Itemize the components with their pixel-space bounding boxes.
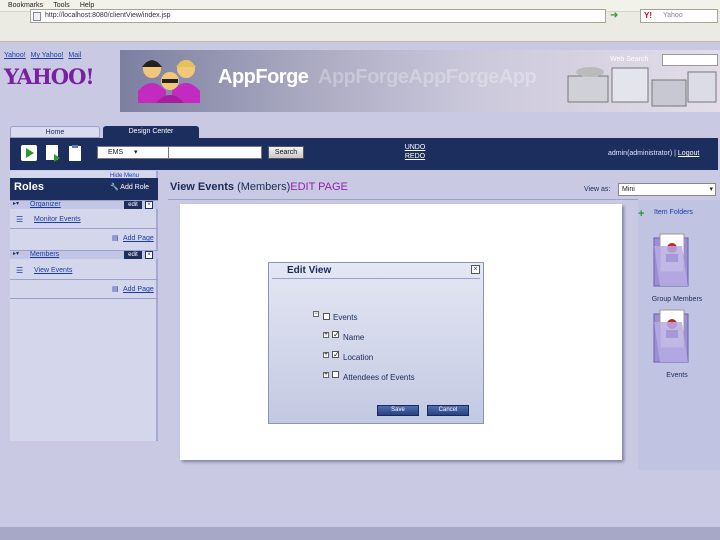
page-icon: ☰ xyxy=(16,215,24,224)
tree-label-attendees: Attendees of Events xyxy=(343,373,415,382)
edit-page-link[interactable]: EDIT PAGE xyxy=(290,181,348,193)
clipboard-icon[interactable] xyxy=(66,144,84,162)
app-brand: AppForge xyxy=(218,66,309,88)
link-my-yahoo[interactable]: My Yahoo! xyxy=(31,52,64,59)
folder-label-events: Events xyxy=(666,372,688,379)
app-select-value: EMS xyxy=(108,149,124,156)
roles-sidebar xyxy=(10,171,158,441)
add-page-icon: ▤ xyxy=(112,235,119,242)
add-page-link[interactable]: Add Page xyxy=(123,286,154,293)
role-label-members[interactable]: Members xyxy=(30,251,59,258)
expand-toggle-icon[interactable]: + xyxy=(323,372,329,378)
view-as-value: Mini xyxy=(622,186,635,193)
collapse-toggle-icon[interactable]: − xyxy=(313,311,319,317)
divider xyxy=(272,278,480,279)
close-icon[interactable]: × xyxy=(471,265,480,274)
page-title: View Events (Members)EDIT PAGE xyxy=(170,181,348,193)
yahoo-engine-icon: Y! xyxy=(644,11,652,20)
browser-search-field[interactable]: Y! Yahoo xyxy=(640,9,718,23)
footer-band xyxy=(0,527,720,540)
expand-icon[interactable]: ▸▾ xyxy=(13,200,19,207)
yahoo-logo[interactable]: YAHOO! xyxy=(4,64,95,89)
chevron-down-icon: ▾ xyxy=(134,149,138,156)
people-icon xyxy=(138,60,200,103)
checkbox-events[interactable] xyxy=(323,313,330,320)
divider xyxy=(10,228,158,229)
delete-role-icon[interactable]: × xyxy=(145,201,153,209)
tree-label-location: Location xyxy=(343,353,374,362)
add-role-label: Add Role xyxy=(120,184,150,191)
user-info: admin(administrator) | Logout xyxy=(608,150,699,157)
expand-toggle-icon[interactable]: + xyxy=(323,352,329,358)
app-brand-watermark: AppForgeAppForgeApp xyxy=(318,66,537,88)
go-arrow-icon[interactable]: ➜ xyxy=(610,9,622,23)
web-search-input[interactable] xyxy=(662,54,718,66)
link-yahoo[interactable]: Yahoo! xyxy=(4,52,26,59)
add-folder-icon[interactable]: + xyxy=(638,208,644,220)
divider xyxy=(10,279,158,280)
browser-search-placeholder: Yahoo xyxy=(663,12,683,19)
add-role-icon: 🔧 xyxy=(110,184,121,191)
app-select[interactable]: EMS ▾ xyxy=(97,146,177,159)
design-toolbar: EMS ▾ Search UNDO REDO admin(administrato… xyxy=(10,138,718,170)
dialog-title: Edit View xyxy=(287,265,332,276)
logout-link[interactable]: Logout xyxy=(678,150,699,157)
role-label-organizer[interactable]: Organizer xyxy=(30,201,61,208)
tree-label-events: Events xyxy=(333,313,358,322)
add-role-button[interactable]: 🔧 Add Role xyxy=(110,183,149,191)
view-as-label: View as: xyxy=(584,186,611,193)
edit-view-dialog xyxy=(268,262,484,424)
page-icon: ☰ xyxy=(16,266,24,275)
save-button[interactable]: Save xyxy=(377,405,419,416)
edit-role-button[interactable]: edit xyxy=(124,251,142,259)
web-search-label: Web Search xyxy=(610,56,649,63)
export-icon[interactable] xyxy=(44,144,62,162)
address-field[interactable]: http://localhost:8080/clientView/index.j… xyxy=(30,9,606,23)
folder-icon[interactable] xyxy=(652,308,692,364)
tab-home[interactable]: Home xyxy=(10,126,100,138)
run-icon[interactable] xyxy=(20,144,38,162)
checkbox-name[interactable]: ✓ xyxy=(332,331,340,339)
redo-link[interactable]: REDO xyxy=(400,153,430,160)
item-folders-link[interactable]: Item Folders xyxy=(654,209,693,216)
toolbar-search-input[interactable] xyxy=(168,146,262,159)
tab-design-center[interactable]: Design Center xyxy=(103,126,199,138)
user-name: admin(administrator) | xyxy=(608,150,676,157)
add-page-link[interactable]: Add Page xyxy=(123,235,154,242)
cancel-button[interactable]: Cancel xyxy=(427,405,469,416)
add-page-icon: ▤ xyxy=(112,286,119,293)
page-title-role: (Members) xyxy=(237,181,291,193)
hide-menu-link[interactable]: Hide Menu xyxy=(110,173,139,179)
page-link-monitor-events[interactable]: Monitor Events xyxy=(34,216,81,223)
page-link-view-events[interactable]: View Events xyxy=(34,267,72,274)
page-title-name: View Events xyxy=(170,181,234,193)
checkbox-attendees[interactable] xyxy=(332,371,339,378)
roles-title: Roles xyxy=(14,181,44,193)
expand-toggle-icon[interactable]: + xyxy=(323,332,329,338)
divider xyxy=(168,199,638,200)
expand-icon[interactable]: ▸▾ xyxy=(13,250,19,257)
search-button[interactable]: Search xyxy=(268,146,304,159)
tree-label-name: Name xyxy=(343,333,365,342)
link-mail[interactable]: Mail xyxy=(68,52,81,59)
divider xyxy=(10,298,158,299)
delete-role-icon[interactable]: × xyxy=(145,251,153,259)
yahoo-links: Yahoo! My Yahoo! Mail xyxy=(4,52,84,59)
edit-role-button[interactable]: edit xyxy=(124,201,142,209)
folder-label-group-members: Group Members xyxy=(651,296,703,303)
checkbox-location[interactable]: ✓ xyxy=(332,351,340,359)
view-as-select[interactable]: Mini ▾ xyxy=(618,183,716,196)
chevron-down-icon: ▾ xyxy=(709,186,713,193)
folder-icon[interactable] xyxy=(652,232,692,288)
undo-link[interactable]: UNDO xyxy=(400,144,430,151)
page-icon xyxy=(33,12,41,21)
